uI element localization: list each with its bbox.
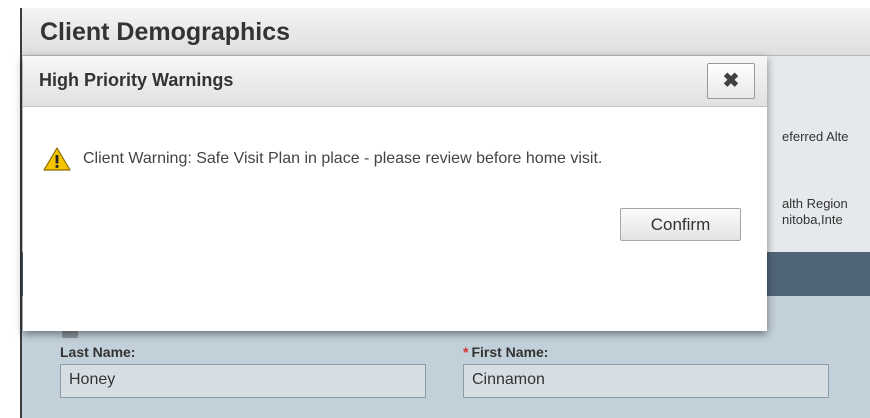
warning-text: Client Warning: Safe Visit Plan in place… (83, 150, 603, 167)
first-name-input[interactable]: Cinnamon (463, 364, 829, 398)
first-name-label-group: * First Name: (463, 344, 548, 360)
close-icon[interactable]: ✖ (707, 63, 755, 99)
page: Client Demographics eferred Alte alth Re… (0, 0, 870, 418)
required-indicator: * (463, 344, 469, 360)
partial-info-referred: eferred Alte (782, 129, 849, 144)
warning-icon (43, 147, 71, 171)
confirm-button[interactable]: Confirm (620, 208, 741, 241)
high-priority-warnings-dialog: High Priority Warnings ✖ Client Warning:… (23, 56, 767, 331)
partial-info-province: nitoba,Inte (782, 212, 843, 227)
last-name-input[interactable]: Honey (60, 364, 426, 398)
app-header: Client Demographics (22, 8, 870, 56)
first-name-label: First Name: (471, 344, 549, 360)
page-title: Client Demographics (40, 18, 291, 46)
client-warning-message: Client Warning: Safe Visit Plan in place… (43, 147, 602, 171)
dialog-header: High Priority Warnings ✖ (23, 56, 767, 107)
last-name-label: Last Name: (60, 344, 136, 360)
partial-info-health-region: alth Region (782, 196, 848, 211)
dialog-title: High Priority Warnings (39, 70, 234, 90)
